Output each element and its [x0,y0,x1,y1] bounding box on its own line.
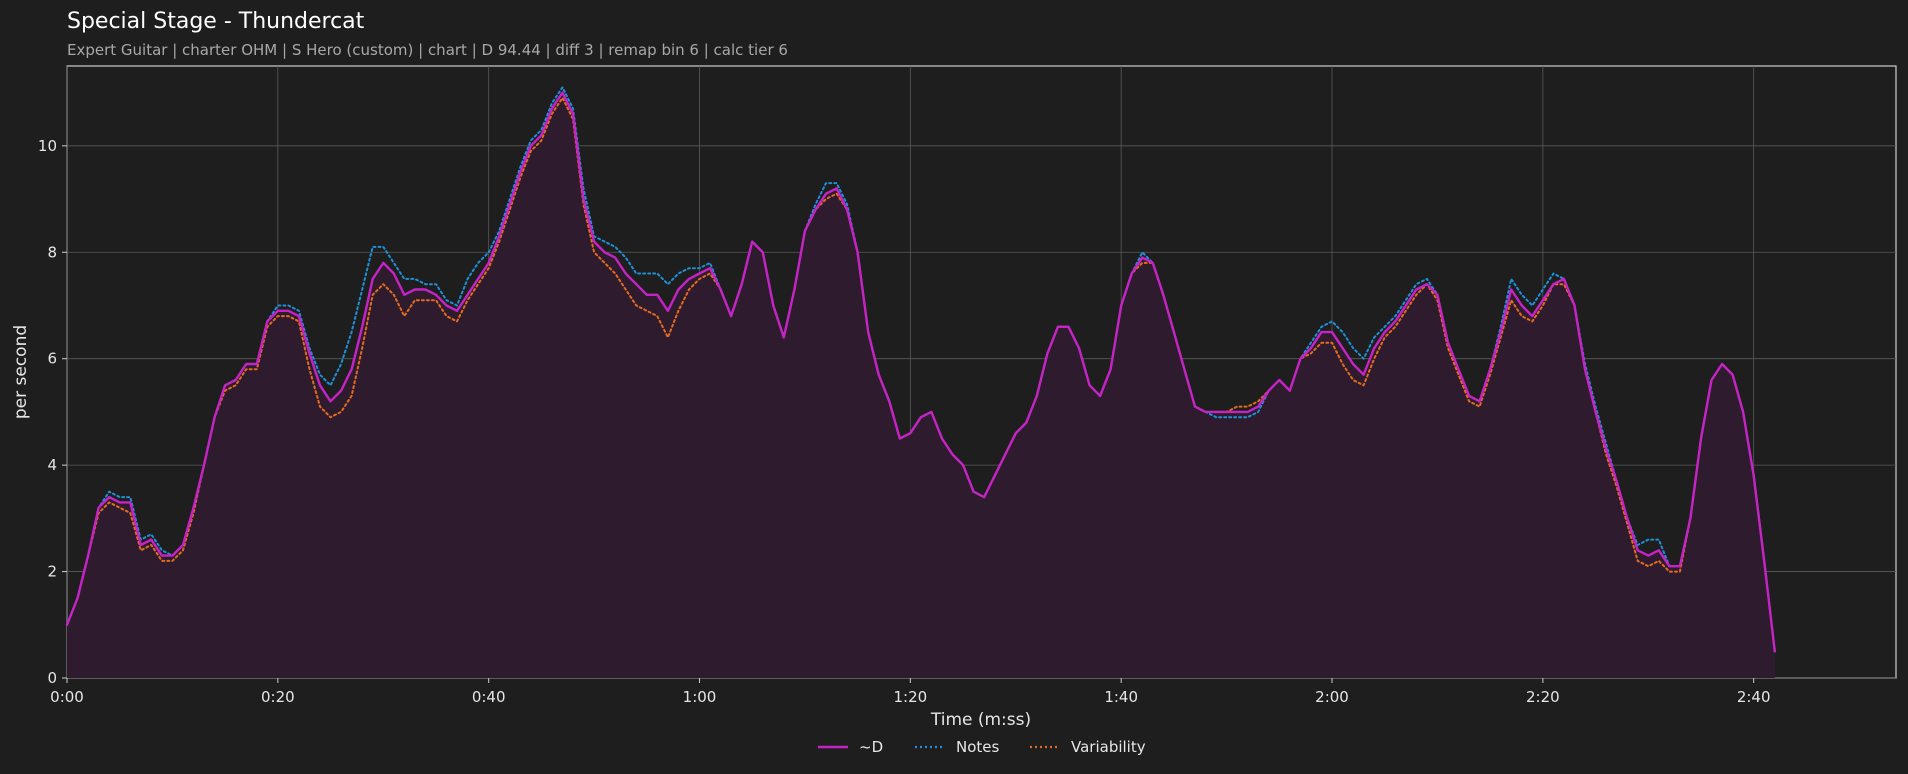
y-tick-label: 0 [47,669,57,687]
y-axis-label: per second [11,325,31,419]
legend-label-d: ~D [859,738,883,756]
x-tick-label: 1:00 [683,688,717,706]
chart: Special Stage - Thundercat Expert Guitar… [11,9,1897,756]
chart-title: Special Stage - Thundercat [67,9,365,34]
series-group [65,86,1777,679]
y-tick-label: 2 [47,563,57,581]
y-tick-label: 6 [47,350,57,368]
x-tick-label: 1:40 [1104,688,1138,706]
legend: ~D Notes Variability [818,738,1146,756]
legend-label-notes: Notes [956,738,1000,756]
x-tick-label: 2:20 [1526,688,1560,706]
x-tick-label: 2:00 [1315,688,1349,706]
legend-label-variability: Variability [1071,738,1146,756]
x-tick-label: 0:00 [50,688,84,706]
y-tick-label: 4 [47,456,57,474]
d-series-fill [67,92,1775,679]
x-tick-label: 0:40 [472,688,506,706]
chart-subtitle: Expert Guitar | charter OHM | S Hero (cu… [67,41,788,59]
x-ticks: 0:00 0:20 0:40 1:00 1:20 1:40 2:00 2:20 2:40 [50,678,1771,706]
x-tick-label: 2:40 [1737,688,1771,706]
x-axis-label: Time (m:ss) [930,710,1031,730]
y-tick-label: 8 [47,243,57,261]
y-tick-label: 10 [38,137,57,155]
x-tick-label: 0:20 [261,688,295,706]
x-tick-label: 1:20 [893,688,927,706]
y-ticks: 0 2 4 6 8 10 [38,137,67,687]
